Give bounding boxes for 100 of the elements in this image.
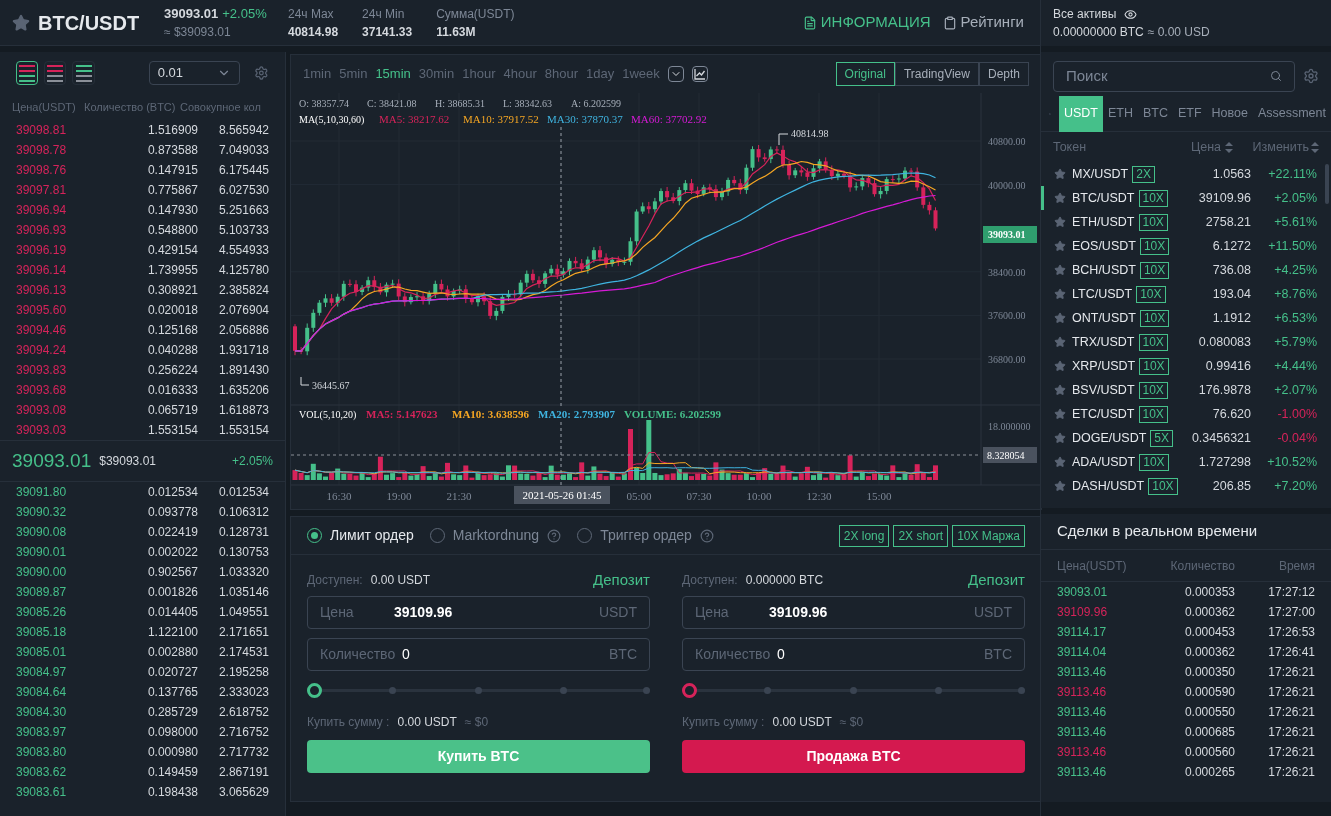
indicator-value: MA5: 38217.62: [379, 113, 450, 125]
order-total: 2.333023: [217, 684, 269, 701]
trade-time: 17:26:21: [1267, 724, 1315, 741]
market-row[interactable]: ADA/USDT 10X 1.727298 +10.52%: [1041, 450, 1331, 474]
order-price: 39096.19: [16, 242, 68, 259]
order-quantity: 0.098000: [146, 724, 198, 741]
market-row[interactable]: BSV/USDT 10X 176.9878 +2.07%: [1041, 378, 1331, 402]
order-type-radio[interactable]: Триггер ордер: [577, 525, 692, 546]
pair-change: +22.11%: [1267, 165, 1317, 183]
amount-input-field[interactable]: Количество 0 BTC: [307, 638, 650, 671]
order-quantity: 1.739955: [146, 262, 198, 279]
market-row[interactable]: LTC/USDT 10X 193.04 +8.76%: [1041, 282, 1331, 306]
order-price: 39098.78: [16, 142, 68, 159]
market-row[interactable]: DASH/USDT 10X 206.85 +7.20%: [1041, 474, 1331, 498]
search-field[interactable]: Поиск: [1053, 60, 1295, 92]
order-total: 3.065629: [217, 784, 269, 801]
order-quantity: 0.002022: [146, 544, 198, 561]
order-quantity: 0.285729: [146, 704, 198, 721]
market-row[interactable]: XRP/USDT 10X 0.99416 +4.44%: [1041, 354, 1331, 378]
order-quantity: 0.873588: [146, 142, 198, 159]
price-input-field[interactable]: Цена 39109.96 USDT: [307, 596, 650, 629]
pair-name: ONT/USDT: [1072, 309, 1136, 327]
trade-price: 39113.46: [1057, 704, 1108, 721]
order-total: 1.033320: [217, 564, 269, 581]
market-row[interactable]: EOS/USDT 10X 6.1272 +11.50%: [1041, 234, 1331, 258]
precision-dropdown[interactable]: 0.01: [148, 61, 241, 85]
column-header: Токен: [1053, 138, 1088, 156]
order-total: 2.867191: [217, 764, 269, 781]
market-row[interactable]: DOGE/USDT 5X 0.3456321 -0.04%: [1041, 426, 1331, 450]
chart-view-tab[interactable]: Depth: [978, 62, 1029, 86]
timeframe-tab[interactable]: 15min: [375, 64, 411, 84]
order-type-radio[interactable]: Marktordnung: [429, 525, 540, 546]
market-tab[interactable]: Новое: [1206, 95, 1253, 132]
ratings-link[interactable]: Рейтинги: [942, 11, 1024, 34]
order-price: 39094.46: [16, 322, 68, 339]
last-price-tag: 39093.01: [983, 226, 1037, 243]
pair-price: 6.1272: [1212, 237, 1251, 255]
trade-price: 39113.46: [1057, 724, 1108, 741]
order-total: 2.385824: [217, 282, 269, 299]
stat-label: 24ч Min: [362, 5, 406, 23]
leverage-button[interactable]: 2X short: [893, 524, 949, 547]
column-header: Цена(USDT): [1057, 557, 1128, 575]
order-quantity: 0.548800: [146, 222, 198, 239]
last-price-change: +2.05%: [231, 453, 273, 470]
indicator-value: MA20: 2.793907: [538, 408, 615, 420]
price-usd: ≈ $39093.01: [164, 24, 232, 42]
market-tab[interactable]: ETH: [1102, 95, 1138, 132]
order-quantity: 0.198438: [146, 784, 198, 801]
pair-price: 2758.21: [1205, 213, 1251, 231]
order-quantity: 0.429154: [146, 242, 198, 259]
column-header: Количество (BTC): [84, 99, 177, 115]
order-quantity: 0.020727: [146, 664, 198, 681]
order-quantity: 0.000980: [146, 744, 198, 761]
market-tab[interactable]: Assessment: [1252, 95, 1331, 132]
ohlc-value: L: 38342.63: [503, 98, 552, 109]
leverage-tag: 10X: [1139, 237, 1170, 255]
pair-name: BTC/USDT: [1072, 189, 1135, 207]
order-total: 2.618752: [217, 704, 269, 721]
order-total: 1.035146: [217, 584, 269, 601]
order-price: 39097.81: [16, 182, 68, 199]
order-total: 1.891430: [217, 362, 269, 379]
market-row[interactable]: ETH/USDT 10X 2758.21 +5.61%: [1041, 210, 1331, 234]
pair-price: 76.620: [1212, 405, 1251, 423]
leverage-tag: 10X: [1136, 285, 1166, 303]
price-axis-label: 40800.00: [988, 136, 1026, 147]
chart-view-tab[interactable]: TradingView: [894, 62, 979, 86]
pair-change: +5.79%: [1273, 333, 1317, 351]
order-type-radio[interactable]: Лимит ордер: [307, 525, 414, 546]
leverage-button[interactable]: 2X long: [838, 524, 890, 547]
market-row[interactable]: ETC/USDT 10X 76.620 -1.00%: [1041, 402, 1331, 426]
leverage-tag: 10X: [1139, 357, 1169, 375]
leverage-button[interactable]: 10X Маржа: [952, 524, 1025, 547]
price-input-field[interactable]: Цена 39109.96 USDT: [682, 596, 1025, 629]
market-tab[interactable]: BTC: [1137, 95, 1173, 132]
market-tab[interactable]: ETF: [1172, 95, 1207, 132]
chart-view-tab[interactable]: Original: [835, 62, 895, 86]
order-total: 8.565942: [217, 122, 269, 139]
leverage-tag: 10X: [1139, 453, 1169, 471]
pair-name: ETH/USDT: [1072, 213, 1135, 231]
market-row[interactable]: TRX/USDT 10X 0.080083 +5.79%: [1041, 330, 1331, 354]
sell-button[interactable]: Продажа BTC: [682, 740, 1025, 773]
market-row[interactable]: MX/USDT 2X 1.0563 +22.11%: [1041, 162, 1331, 186]
info-link[interactable]: ИНФОРМАЦИЯ: [802, 11, 931, 34]
column-header: Цена: [1189, 138, 1221, 156]
price-change: +2.05%: [222, 4, 267, 23]
market-row[interactable]: BCH/USDT 10X 736.08 +4.25%: [1041, 258, 1331, 282]
order-total: 1.553154: [217, 422, 269, 439]
amount-input-field[interactable]: Количество 0 BTC: [682, 638, 1025, 671]
order-total: 1.049551: [217, 604, 269, 621]
leverage-tag: 10X: [1138, 189, 1168, 207]
balance-usd: ≈ 0.00 USD: [1147, 24, 1210, 41]
order-total: 1.931718: [217, 342, 269, 359]
trade-quantity: 0.000453: [1183, 624, 1235, 641]
indicator-title: MA(5,10,30,60): [299, 114, 365, 125]
deposit-link[interactable]: Депозит: [593, 568, 650, 592]
deposit-link[interactable]: Депозит: [968, 568, 1025, 592]
stat-value: 40814.98: [288, 23, 339, 41]
trade-quantity: 0.000350: [1183, 664, 1235, 681]
pair-name: BCH/USDT: [1072, 261, 1136, 279]
market-row[interactable]: ONT/USDT 10X 1.1912 +6.53%: [1041, 306, 1331, 330]
